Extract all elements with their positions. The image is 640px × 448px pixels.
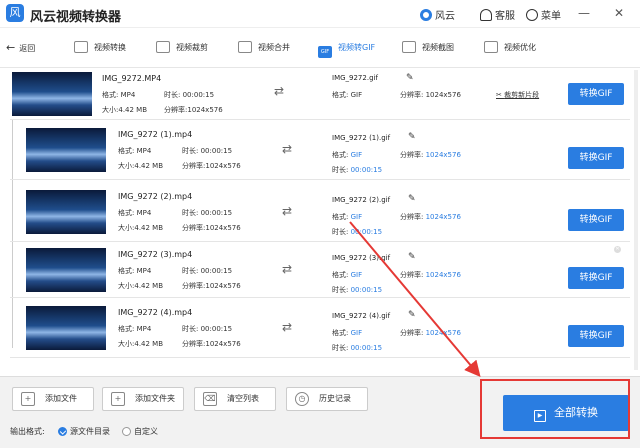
annotation-arrow — [349, 221, 481, 378]
